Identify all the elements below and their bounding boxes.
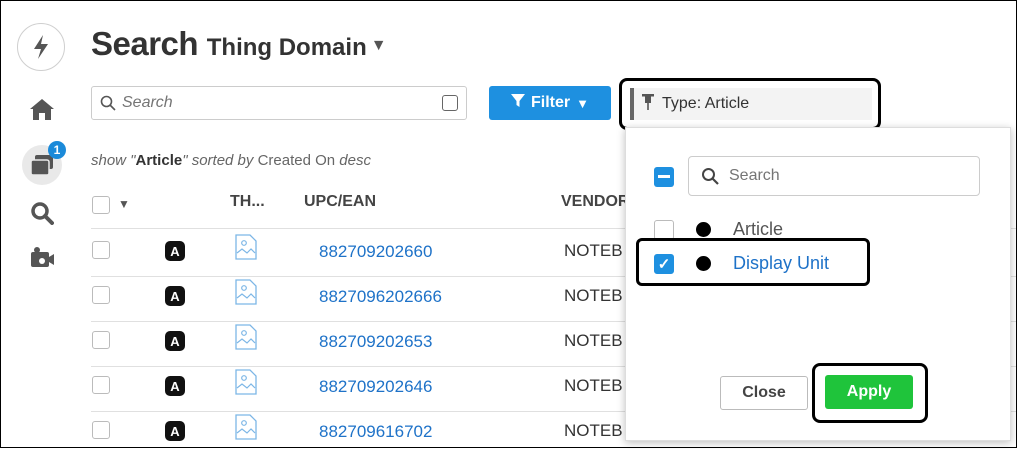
image-placeholder-icon	[235, 414, 257, 440]
type-badge: A	[165, 286, 185, 306]
select-all-checkbox[interactable]	[92, 196, 110, 214]
option-display-unit-checkbox[interactable]: ✓	[654, 253, 674, 274]
search-icon	[100, 95, 116, 111]
search-input[interactable]	[120, 93, 434, 113]
upc-link[interactable]: 882709202646	[319, 377, 432, 397]
type-filter-dropdown: Article ✓ Display Unit Close Apply	[625, 127, 1011, 441]
image-placeholder-icon	[235, 369, 257, 395]
pin-icon	[642, 93, 654, 115]
magnifier-icon	[31, 202, 54, 225]
tabs-button[interactable]: 1	[22, 141, 66, 185]
select-menu-caret-icon[interactable]: ▼	[118, 197, 130, 211]
search-nav-button[interactable]	[22, 193, 62, 233]
camera-icon	[31, 247, 54, 267]
type-badge: A	[165, 331, 185, 351]
notification-badge: 1	[48, 141, 66, 159]
apply-highlight: Apply	[812, 363, 928, 423]
option-article-checkbox[interactable]	[654, 219, 674, 240]
type-filter-chip[interactable]: Type: Article	[630, 88, 872, 120]
domain-selector[interactable]: Thing Domain	[207, 34, 367, 61]
row-checkbox[interactable]	[92, 286, 110, 304]
chevron-down-icon[interactable]: ▼	[371, 37, 387, 54]
type-badge: A	[165, 376, 185, 396]
option-display-unit-label: Display Unit	[733, 253, 830, 273]
option-article[interactable]: Article	[654, 219, 783, 240]
filter-button[interactable]: Filter ▼	[489, 86, 611, 120]
type-chip-label: Type: Article	[662, 95, 750, 112]
type-badge: A	[165, 421, 185, 441]
close-button[interactable]: Close	[720, 376, 808, 410]
row-checkbox[interactable]	[92, 331, 110, 349]
scan-icon[interactable]	[442, 95, 458, 111]
vendor-cell: NOTEB	[564, 421, 623, 440]
camera-nav-button[interactable]	[22, 238, 62, 278]
type-chip-highlight: Type: Article	[619, 78, 881, 130]
search-box	[91, 86, 467, 120]
dot-icon	[696, 256, 711, 271]
column-header-vendor[interactable]: VENDOR	[561, 193, 629, 211]
option-article-label: Article	[733, 219, 784, 239]
funnel-icon	[511, 93, 525, 113]
vendor-cell: NOTEB	[564, 286, 623, 305]
dot-icon	[696, 222, 711, 237]
app-logo[interactable]	[17, 23, 65, 71]
image-placeholder-icon	[235, 279, 257, 305]
home-button[interactable]	[22, 89, 62, 129]
bolt-icon	[34, 35, 48, 59]
page-title: Search Thing Domain ▼	[91, 25, 387, 63]
vendor-cell: NOTEB	[564, 241, 623, 260]
row-checkbox[interactable]	[92, 421, 110, 439]
upc-link[interactable]: 882709616702	[319, 422, 432, 442]
sort-prefix: show "	[91, 152, 136, 169]
left-rail: 1	[1, 1, 81, 449]
image-placeholder-icon	[235, 324, 257, 350]
apply-button[interactable]: Apply	[825, 375, 913, 409]
upc-link[interactable]: 882709202653	[319, 332, 432, 352]
upc-link[interactable]: 8827096202666	[319, 287, 442, 307]
filter-label: Filter	[531, 94, 571, 111]
home-icon	[30, 99, 54, 120]
vendor-cell: NOTEB	[564, 331, 623, 350]
row-checkbox[interactable]	[92, 376, 110, 394]
option-display-unit[interactable]: ✓ Display Unit	[654, 253, 829, 274]
dropdown-search-input[interactable]	[727, 166, 951, 186]
sort-type: Article	[135, 152, 183, 169]
title-text: Search	[91, 25, 199, 62]
sort-direction: desc	[335, 152, 371, 169]
dropdown-search-box	[688, 156, 980, 196]
sort-field: Created On	[257, 152, 336, 169]
column-header-thumb[interactable]: TH...	[230, 193, 265, 211]
sort-description: show "Article" sorted by Created On desc	[91, 152, 371, 169]
upc-link[interactable]: 882709202660	[319, 242, 432, 262]
type-badge: A	[165, 241, 185, 261]
caret-down-icon: ▼	[576, 95, 589, 111]
column-header-upc[interactable]: UPC/EAN	[304, 193, 376, 211]
row-checkbox[interactable]	[92, 241, 110, 259]
vendor-cell: NOTEB	[564, 376, 623, 395]
search-icon	[702, 168, 719, 185]
image-placeholder-icon	[235, 234, 257, 260]
select-all-toggle[interactable]	[654, 167, 674, 187]
sort-mid: " sorted by	[182, 152, 258, 169]
